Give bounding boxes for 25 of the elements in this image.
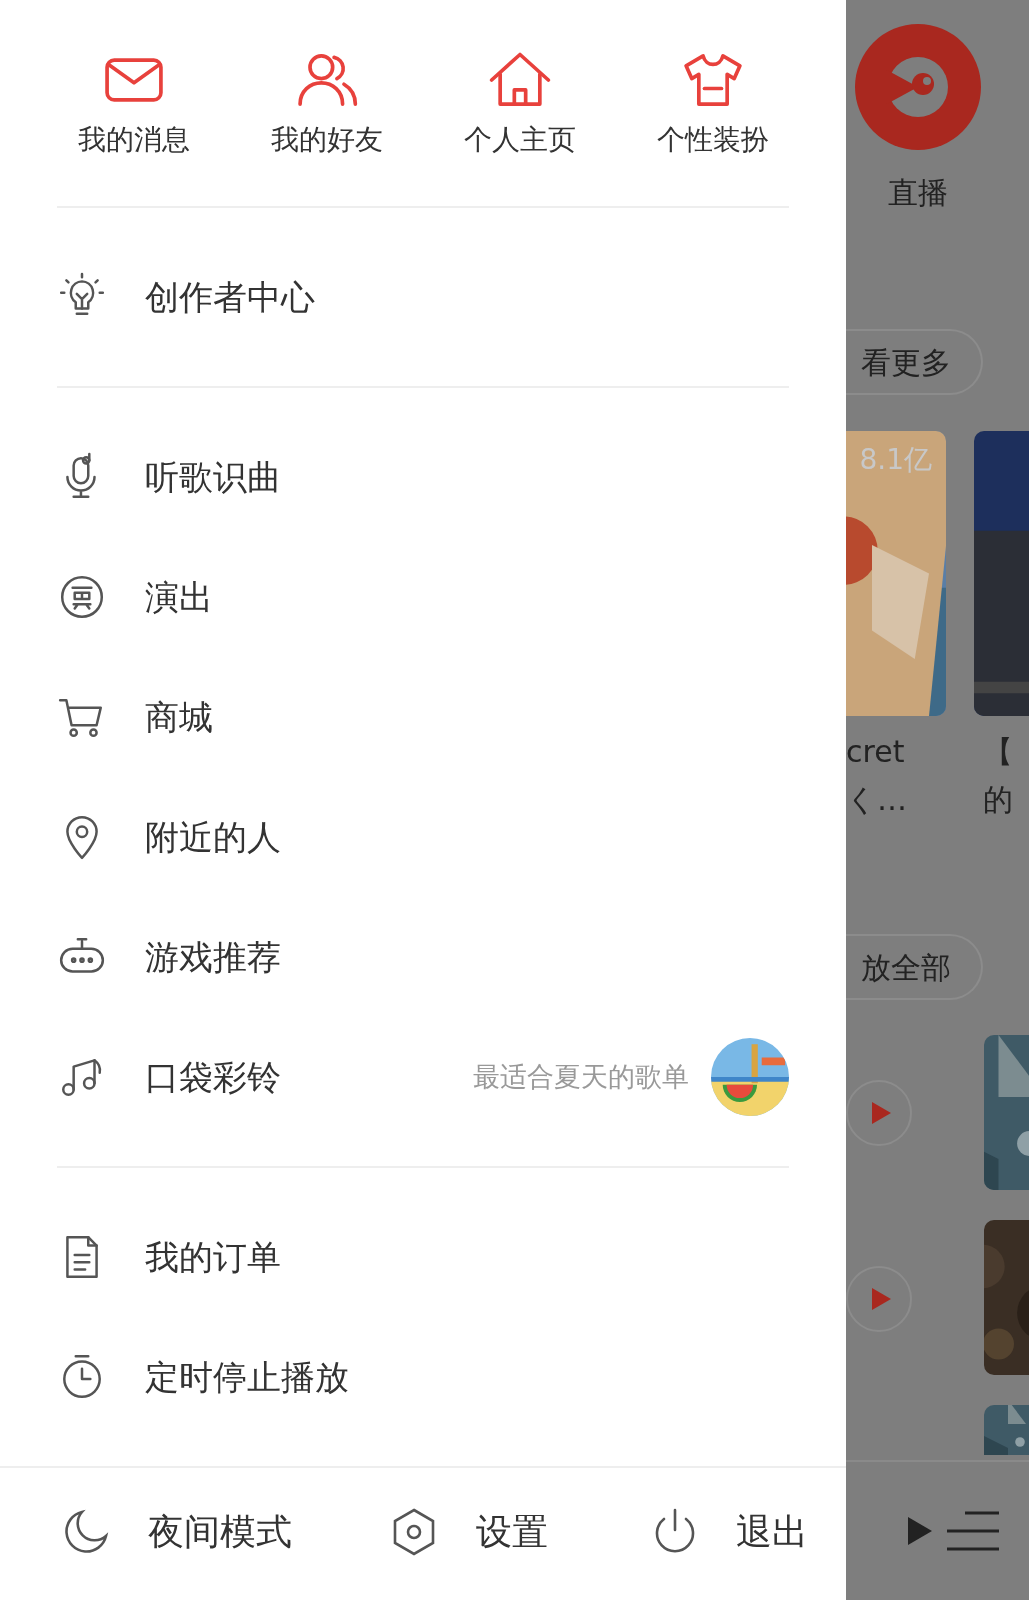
quick-action[interactable]: 个人主页 (423, 46, 616, 158)
quick-action[interactable]: 个性装扮 (616, 46, 809, 158)
card-title: 【 (983, 733, 1013, 771)
footer-button[interactable]: 设置 (390, 1504, 652, 1559)
play-all-button[interactable]: 放全部 (846, 934, 983, 1000)
card-title: 的 (983, 781, 1013, 819)
live-label: 直播 (888, 174, 948, 212)
quick-action[interactable]: 我的好友 (230, 46, 423, 158)
footer-button[interactable]: 夜间模式 (62, 1504, 390, 1559)
menu-item[interactable]: 附近的人 (57, 777, 789, 897)
menu-item[interactable]: 游戏推荐 (57, 897, 789, 1017)
card-title: cret (846, 733, 906, 771)
play-count: 8.1亿 (859, 442, 932, 478)
menu-item[interactable]: 定时停止播放 (57, 1317, 789, 1437)
promo-text: 最适合夏天的歌单 (473, 1059, 689, 1094)
card-title: く… (846, 781, 908, 819)
menu-item[interactable]: 商城 (57, 657, 789, 777)
menu-item[interactable]: 听歌识曲 (57, 417, 789, 537)
menu-item[interactable]: 创作者中心 (57, 237, 789, 357)
menu-item[interactable]: 我的订单 (57, 1197, 789, 1317)
footer-button[interactable]: 退出 (652, 1504, 808, 1559)
menu-item[interactable]: 口袋彩铃 最适合夏天的歌单 (57, 1017, 789, 1137)
menu-item[interactable]: 演出 (57, 537, 789, 657)
see-more-button[interactable]: 看更多 (846, 329, 983, 395)
quick-action[interactable]: 我的消息 (37, 46, 230, 158)
